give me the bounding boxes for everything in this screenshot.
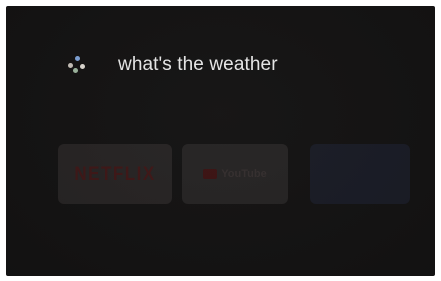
youtube-wordmark: YouTube [221,168,267,180]
tv-home-screen: what's the weather NETFLIX YouTube [6,6,435,276]
netflix-app-tile[interactable]: NETFLIX [58,144,172,204]
google-assistant-icon [68,56,86,74]
youtube-app-tile[interactable]: YouTube [182,144,288,204]
screenshot-frame: what's the weather NETFLIX YouTube [0,0,441,281]
apps-row: NETFLIX YouTube [58,144,410,204]
youtube-logo: YouTube [203,168,267,180]
netflix-logo: NETFLIX [74,162,156,185]
blue-app-tile[interactable] [310,144,410,204]
assistant-query-text: what's the weather [118,54,278,75]
youtube-play-icon [203,169,218,179]
assistant-query-bar: what's the weather [68,50,278,80]
